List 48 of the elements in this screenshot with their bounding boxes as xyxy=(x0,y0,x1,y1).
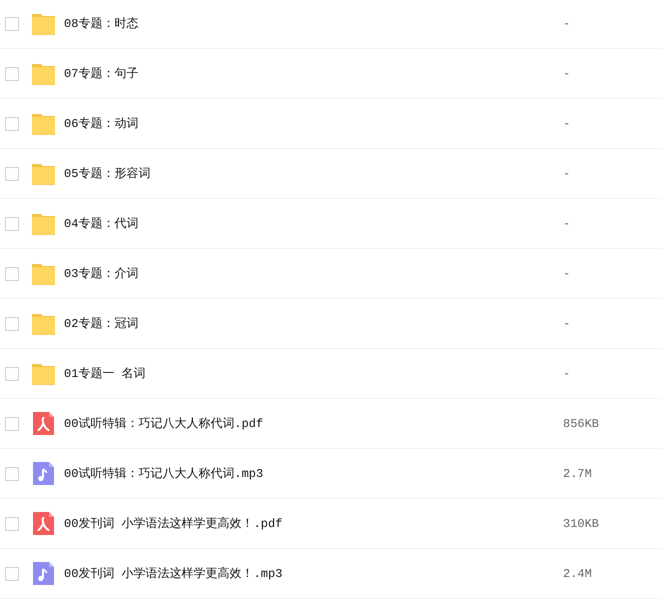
checkbox[interactable] xyxy=(5,366,19,380)
file-name[interactable]: 01专题一 名词 xyxy=(64,365,563,382)
file-size: - xyxy=(563,216,572,230)
file-name[interactable]: 05专题：形容词 xyxy=(64,165,563,182)
file-name[interactable]: 03专题：介词 xyxy=(64,265,563,282)
checkbox[interactable] xyxy=(5,516,19,530)
file-name[interactable]: 00试听特辑：巧记八大人称代词.mp3 xyxy=(64,465,563,482)
checkbox[interactable] xyxy=(5,216,19,230)
file-name[interactable]: 06专题：动词 xyxy=(64,115,563,132)
folder-icon xyxy=(32,312,55,336)
file-name[interactable]: 00试听特辑：巧记八大人称代词.pdf xyxy=(64,415,563,432)
checkbox[interactable] xyxy=(5,266,19,280)
checkbox[interactable] xyxy=(5,566,19,580)
pdf-file-icon xyxy=(32,412,55,436)
checkbox[interactable] xyxy=(5,316,19,330)
file-size: 856KB xyxy=(563,416,600,430)
file-size: - xyxy=(563,316,572,330)
file-size: - xyxy=(563,66,572,80)
pdf-file-icon xyxy=(32,512,55,536)
music-file-icon xyxy=(32,562,55,586)
folder-icon xyxy=(32,112,55,136)
checkbox[interactable] xyxy=(5,166,19,180)
file-name[interactable]: 02专题：冠词 xyxy=(64,315,563,332)
file-size: - xyxy=(563,16,572,30)
file-size: - xyxy=(563,166,572,180)
file-size: 2.7M xyxy=(563,466,593,480)
file-name[interactable]: 08专题：时态 xyxy=(64,15,563,32)
file-size: 2.4M xyxy=(563,566,593,580)
file-name[interactable]: 07专题：句子 xyxy=(64,65,563,82)
file-size: - xyxy=(563,116,572,130)
file-name[interactable]: 00发刊词 小学语法这样学更高效！.mp3 xyxy=(64,565,563,582)
folder-icon xyxy=(32,262,55,286)
folder-icon xyxy=(32,362,55,386)
file-size: 310KB xyxy=(563,516,600,530)
checkbox[interactable] xyxy=(5,466,19,480)
file-name[interactable]: 00发刊词 小学语法这样学更高效！.pdf xyxy=(64,515,563,532)
checkbox[interactable] xyxy=(5,416,19,430)
file-size: - xyxy=(563,266,572,280)
folder-icon xyxy=(32,12,55,36)
checkbox[interactable] xyxy=(5,116,19,130)
checkbox[interactable] xyxy=(5,16,19,30)
folder-icon xyxy=(32,162,55,186)
music-file-icon xyxy=(32,462,55,486)
checkbox[interactable] xyxy=(5,66,19,80)
folder-icon xyxy=(32,62,55,86)
folder-icon xyxy=(32,212,55,236)
file-name[interactable]: 04专题：代词 xyxy=(64,215,563,232)
file-size: - xyxy=(563,366,572,380)
